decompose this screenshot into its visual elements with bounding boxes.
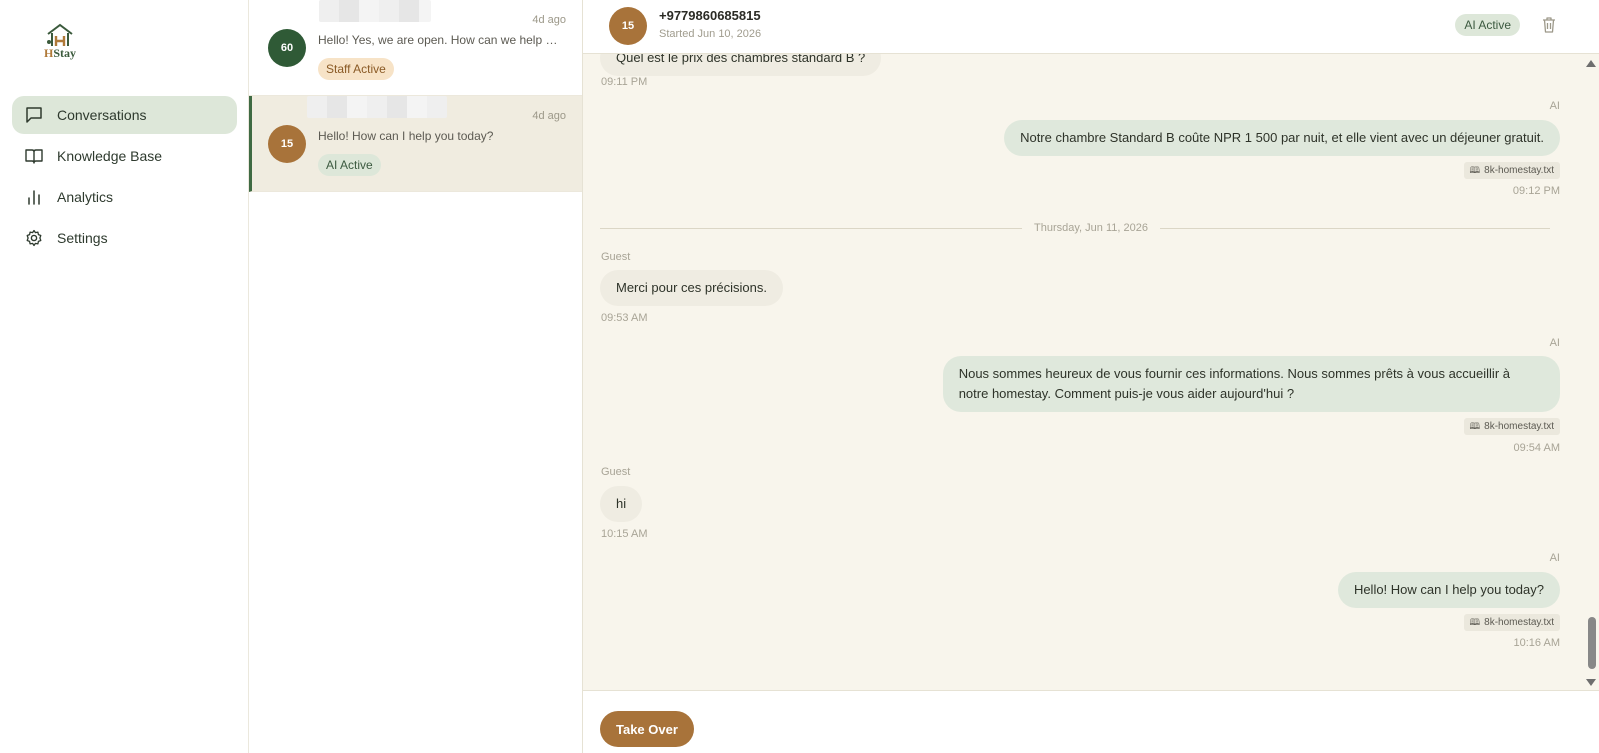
message-time: 09:54 AM [1513,442,1560,454]
contact-phone: +9779860685815 [659,8,761,23]
chat-panel: 15 +9779860685815 Started Jun 10, 2026 A… [583,0,1599,753]
guest-message-bubble: hi [600,486,643,522]
status-badge: AI Active [1455,14,1520,36]
message-time: 09:53 AM [601,312,648,324]
message-time: 09:12 PM [1512,185,1560,197]
bar-chart-icon [24,187,44,207]
source-chip[interactable]: 🕮 8k-homestay.txt [1463,162,1560,179]
message-time: 10:16 AM [1513,637,1560,649]
sidebar: HStay Conversations Knowledge Base Analy… [0,0,249,753]
date-divider-label: Thursday, Jun 11, 2026 [1022,222,1160,234]
conversation-list: 60 4d ago Hello! Yes, we are open. How c… [249,0,583,753]
sidebar-item-label: Knowledge Base [57,148,163,164]
message-line: notre homestay. Comment puis-je vous aid… [958,386,1295,401]
message-line: Nous sommes heureux de vous fournir ces … [958,366,1510,381]
sidebar-item-analytics[interactable]: Analytics [12,178,237,216]
conversation-time: 4d ago [532,14,566,26]
house-logo-icon [47,23,73,46]
book-icon: 🕮 [1469,164,1481,175]
chat-footer: Take Over [583,690,1599,753]
redacted-contact-name [307,96,447,118]
chat-header: 15 +9779860685815 Started Jun 10, 2026 A… [583,0,1599,54]
take-over-button[interactable]: Take Over [600,711,694,747]
message-sender: AI [1549,100,1560,112]
status-badge: AI Active [318,154,381,176]
conversation-item-selected[interactable]: 15 4d ago Hello! How can I help you toda… [249,96,582,192]
sidebar-item-label: Settings [57,230,108,246]
guest-message-bubble: Quel est le prix des chambres standard B… [600,54,882,76]
sidebar-item-knowledge-base[interactable]: Knowledge Base [12,137,237,175]
ai-message-bubble: Notre chambre Standard B coûte NPR 1 500… [1004,120,1560,156]
book-icon: 🕮 [1469,420,1481,431]
message-sender: AI [1549,552,1560,564]
conversation-preview: Hello! Yes, we are open. How can we help… [318,33,563,47]
avatar: 15 [609,7,647,45]
scroll-thumb[interactable] [1588,617,1596,669]
ai-message-bubble: Hello! How can I help you today? [1337,572,1560,608]
redacted-contact-name [319,0,431,22]
scrollbar[interactable] [1583,54,1599,690]
sidebar-item-conversations[interactable]: Conversations [12,96,237,134]
conversation-item[interactable]: 60 4d ago Hello! Yes, we are open. How c… [249,0,582,96]
sidebar-item-label: Conversations [57,107,147,123]
source-chip[interactable]: 🕮 8k-homestay.txt [1463,614,1560,631]
sidebar-item-label: Analytics [57,189,114,205]
chat-bubble-icon [24,105,44,125]
status-badge: Staff Active [318,58,394,80]
message-time: 09:11 PM [601,76,648,88]
message-time: 10:15 AM [601,528,648,540]
book-icon: 🕮 [1469,616,1481,627]
logo-wordmark: HStay [43,46,76,60]
open-book-icon [24,146,44,166]
sidebar-item-settings[interactable]: Settings [12,219,237,257]
guest-message-bubble: Merci pour ces précisions. [600,270,783,306]
source-chip[interactable]: 🕮 8k-homestay.txt [1463,418,1560,435]
gear-icon [24,228,44,248]
sidebar-nav: Conversations Knowledge Base Analytics S… [12,96,237,260]
message-thread: Quel est le prix des chambres standard B… [583,54,1599,690]
source-filename: 8k-homestay.txt [1484,421,1554,432]
hstay-logo[interactable]: HStay [38,22,82,68]
message-sender: Guest [601,251,631,263]
ai-message-bubble: Nous sommes heureux de vous fournir ces … [942,356,1560,412]
trash-icon[interactable] [1541,16,1557,34]
conversation-time: 4d ago [532,110,566,122]
scroll-up-arrow-icon[interactable] [1586,60,1596,67]
message-sender: Guest [601,466,631,478]
scroll-down-arrow-icon[interactable] [1586,679,1596,686]
conversation-started: Started Jun 10, 2026 [659,28,762,40]
source-filename: 8k-homestay.txt [1484,617,1554,628]
conversation-preview: Hello! How can I help you today? [318,129,494,143]
message-sender: AI [1549,337,1560,349]
source-filename: 8k-homestay.txt [1484,165,1554,176]
avatar: 15 [268,125,306,163]
avatar: 60 [268,29,306,67]
